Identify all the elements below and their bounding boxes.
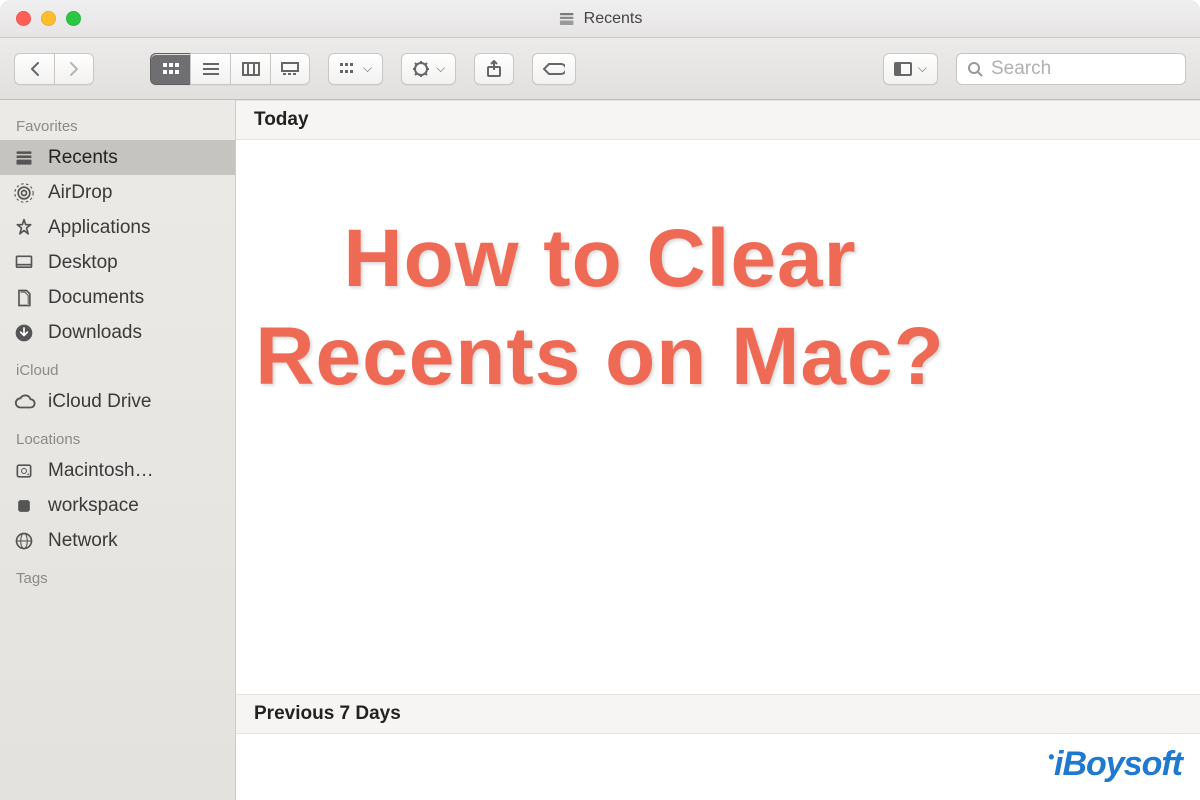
sidebar-section-favorites: Favorites Recents AirDrop Applications D… (0, 108, 235, 352)
group-by-button[interactable]: ⌵ (328, 53, 383, 85)
sidebar-item-macintosh-hd[interactable]: Macintosh… (0, 453, 235, 488)
tags-button[interactable] (532, 53, 576, 85)
window-minimize-button[interactable] (41, 11, 56, 26)
search-field[interactable]: Search (956, 53, 1186, 85)
sidebar-section-locations: Locations Macintosh… workspace Network (0, 421, 235, 560)
chevron-down-icon: ⌵ (436, 61, 445, 76)
sidebar-section-title: Tags (0, 566, 235, 592)
view-gallery-button[interactable] (270, 53, 310, 85)
brand-logo: • iBoysoft (1040, 745, 1182, 784)
nav-buttons (14, 53, 94, 85)
window-titlebar: Recents (0, 0, 1200, 38)
sidebar: Favorites Recents AirDrop Applications D… (0, 100, 236, 800)
logo-text: iBoysoft (1054, 745, 1182, 783)
group-header-label: Today (254, 109, 309, 130)
window-title: Recents (558, 10, 643, 28)
sidebar-section-title: iCloud (0, 358, 235, 384)
sidebar-item-icloud-drive[interactable]: iCloud Drive (0, 384, 235, 419)
hdd-icon (14, 461, 38, 481)
sidebar-item-network[interactable]: Network (0, 523, 235, 558)
view-mode-segment (150, 53, 310, 85)
chevron-down-icon: ⌵ (363, 61, 372, 76)
view-icon-button[interactable] (150, 53, 190, 85)
window-close-button[interactable] (16, 11, 31, 26)
sidebar-item-label: iCloud Drive (48, 391, 151, 413)
sidebar-item-label: workspace (48, 495, 139, 517)
sidebar-section-title: Locations (0, 427, 235, 453)
group-header-label: Previous 7 Days (254, 703, 401, 724)
sidebar-item-recents[interactable]: Recents (0, 140, 235, 175)
sidebar-item-label: Documents (48, 287, 144, 309)
sidebar-section-icloud: iCloud iCloud Drive (0, 352, 235, 421)
group-body-today[interactable] (236, 140, 1200, 430)
sidebar-item-label: Network (48, 530, 118, 552)
sidebar-section-title: Favorites (0, 114, 235, 140)
toolbar: ⌵ ⌵ ⌵ Search (0, 38, 1200, 100)
applications-icon (14, 218, 38, 238)
content-area: Today Previous 7 Days (236, 100, 1200, 800)
sidebar-item-label: Downloads (48, 322, 142, 344)
window-body: Favorites Recents AirDrop Applications D… (0, 100, 1200, 800)
recents-icon (558, 10, 576, 28)
airdrop-icon (14, 183, 38, 203)
downloads-icon (14, 323, 38, 343)
icloud-icon (14, 394, 38, 410)
documents-icon (14, 288, 38, 308)
sidebar-item-label: Applications (48, 217, 150, 239)
network-icon (14, 531, 38, 551)
share-button[interactable] (474, 53, 514, 85)
sidebar-item-desktop[interactable]: Desktop (0, 245, 235, 280)
search-icon (967, 61, 983, 77)
sidebar-item-applications[interactable]: Applications (0, 210, 235, 245)
desktop-icon (14, 253, 38, 273)
logo-dot: • (1048, 747, 1053, 767)
group-body-spacer (236, 444, 1200, 694)
sidebar-toggle-button[interactable]: ⌵ (883, 53, 938, 85)
sidebar-item-downloads[interactable]: Downloads (0, 315, 235, 350)
window-title-text: Recents (584, 10, 643, 28)
group-header-previous-7-days[interactable]: Previous 7 Days (236, 694, 1200, 734)
volume-icon (14, 496, 38, 516)
view-column-button[interactable] (230, 53, 270, 85)
sidebar-section-tags: Tags (0, 560, 235, 594)
sidebar-item-label: Recents (48, 147, 118, 169)
traffic-lights (16, 11, 81, 26)
group-header-today[interactable]: Today (236, 100, 1200, 140)
sidebar-item-workspace[interactable]: workspace (0, 488, 235, 523)
sidebar-item-documents[interactable]: Documents (0, 280, 235, 315)
sidebar-item-label: AirDrop (48, 182, 112, 204)
search-placeholder: Search (991, 58, 1051, 80)
sidebar-item-label: Desktop (48, 252, 118, 274)
window-maximize-button[interactable] (66, 11, 81, 26)
chevron-down-icon: ⌵ (918, 61, 927, 76)
forward-button[interactable] (54, 53, 94, 85)
back-button[interactable] (14, 53, 54, 85)
recents-icon (14, 148, 38, 168)
sidebar-item-label: Macintosh… (48, 460, 154, 482)
sidebar-item-airdrop[interactable]: AirDrop (0, 175, 235, 210)
action-menu-button[interactable]: ⌵ (401, 53, 456, 85)
view-list-button[interactable] (190, 53, 230, 85)
